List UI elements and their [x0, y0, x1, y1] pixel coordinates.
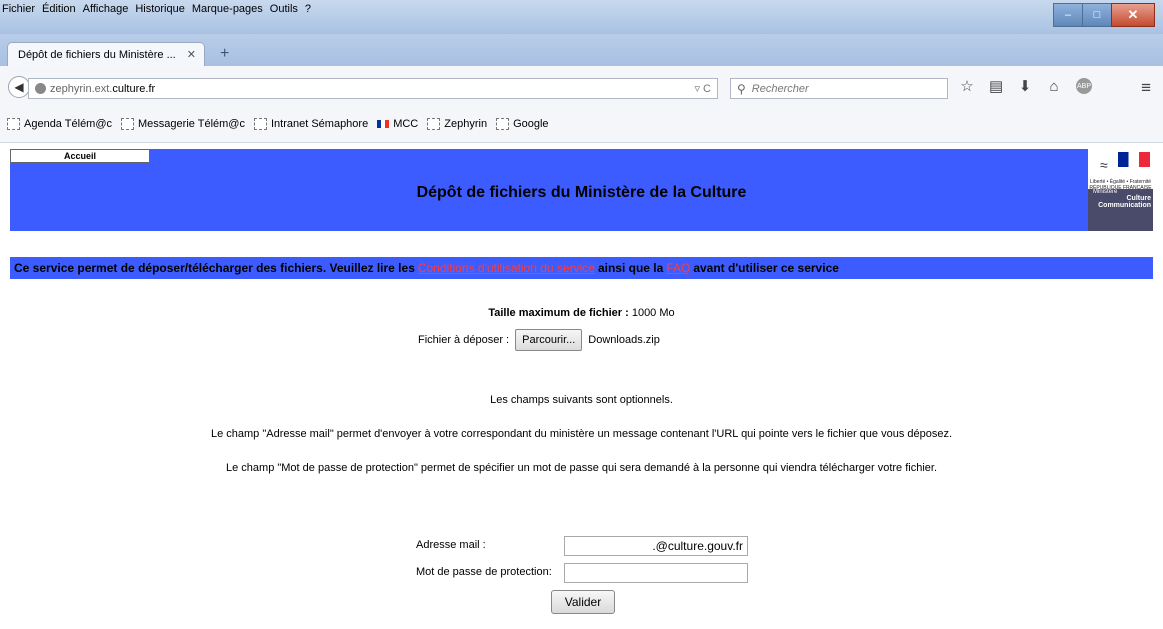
menu-edition[interactable]: Édition	[42, 3, 76, 15]
menu-historique[interactable]: Historique	[135, 3, 185, 15]
email-label: Adresse mail :	[416, 539, 486, 551]
email-help-text: Le champ "Adresse mail" permet d'envoyer…	[210, 428, 953, 440]
submit-button[interactable]: Valider	[551, 590, 615, 614]
browse-button[interactable]: Parcourir...	[515, 329, 583, 351]
search-icon: ⚲	[737, 81, 746, 96]
faq-link[interactable]: FAQ	[666, 261, 690, 275]
window-controls: – □ ✕	[1053, 3, 1155, 27]
page-icon	[427, 118, 441, 130]
maximize-button[interactable]: □	[1082, 3, 1112, 27]
home-link[interactable]: Accueil	[10, 149, 150, 163]
page-icon	[7, 118, 20, 130]
password-field[interactable]	[564, 563, 748, 583]
max-size-line: Taille maximum de fichier : 1000 Mo	[488, 307, 675, 319]
menu-outils[interactable]: Outils	[270, 3, 298, 15]
search-placeholder: Rechercher	[751, 82, 809, 95]
email-field[interactable]: .@culture.gouv.fr	[564, 536, 748, 556]
flag-icon	[377, 120, 390, 128]
file-upload-row: Fichier à déposer : Parcourir... Downloa…	[418, 329, 660, 351]
page-title: Dépôt de fichiers du Ministère de la Cul…	[416, 184, 747, 201]
menu-affichage[interactable]: Affichage	[83, 3, 129, 15]
page-icon	[121, 118, 135, 130]
tab-active[interactable]: Dépôt de fichiers du Ministère ... ✕	[7, 42, 205, 66]
new-tab-icon[interactable]: +	[220, 45, 229, 63]
logo-marianne: ≈ Liberté • Égalité • Fraternité RÉPUBLI…	[1088, 149, 1153, 191]
file-label: Fichier à déposer :	[418, 334, 510, 346]
bookmark-item[interactable]: MCC	[377, 118, 418, 130]
download-icon[interactable]: ⬇	[1018, 77, 1032, 95]
file-name: Downloads.zip	[588, 334, 660, 346]
bookmark-item[interactable]: Zephyrin	[427, 118, 487, 130]
logo-culture: Culture	[1126, 195, 1152, 202]
ministry-logo: ≈ Liberté • Égalité • Fraternité RÉPUBLI…	[1088, 149, 1153, 231]
web-page: Accueil Dépôt de fichiers du Ministère d…	[10, 149, 1153, 629]
back-icon[interactable]: ◀	[8, 76, 30, 98]
close-icon: ✕	[1127, 7, 1139, 22]
password-help-text: Le champ "Mot de passe de protection" pe…	[226, 462, 937, 474]
window-menubar: Fichier Édition Affichage Historique Mar…	[0, 0, 1163, 34]
menu-help[interactable]: ?	[305, 3, 311, 15]
bookmark-item[interactable]: Intranet Sémaphore	[253, 118, 368, 130]
globe-icon	[35, 83, 46, 94]
toolbar-icons: ☆ ▤ ⬇ ⌂ ABP	[960, 77, 1092, 95]
url-text: zephyrin.ext.culture.fr	[50, 82, 156, 95]
bookmarks-bar: Agenda Télém@c Messagerie Télém@c Intran…	[0, 110, 1163, 143]
logo-communication: Communication	[1098, 202, 1151, 209]
adblock-icon[interactable]: ABP	[1076, 78, 1092, 94]
conditions-link[interactable]: Conditions d'utilisation du service	[418, 261, 595, 275]
password-label: Mot de passe de protection:	[416, 566, 552, 578]
minimize-button[interactable]: –	[1053, 3, 1083, 27]
star-icon[interactable]: ☆	[960, 77, 974, 95]
marianne-icon: ≈	[1100, 157, 1108, 173]
home-icon[interactable]: ⌂	[1047, 78, 1061, 95]
tab-title: Dépôt de fichiers du Ministère ...	[18, 48, 176, 61]
navigation-bar: ◀ zephyrin.ext.culture.fr ▿ C ⚲ Recherch…	[0, 66, 1163, 111]
bookmarks-icon[interactable]: ▤	[989, 77, 1003, 95]
search-bar[interactable]: ⚲ Rechercher	[730, 78, 948, 99]
bookmark-item[interactable]: Messagerie Télém@c	[121, 118, 245, 130]
reload-icon[interactable]: ▿ C	[694, 82, 711, 95]
tab-close-icon[interactable]: ✕	[187, 48, 196, 61]
close-button[interactable]: ✕	[1111, 3, 1155, 27]
service-notice: Ce service permet de déposer/télécharger…	[10, 257, 1153, 279]
menu-fichier[interactable]: Fichier	[2, 3, 35, 15]
header-banner: Accueil Dépôt de fichiers du Ministère d…	[10, 149, 1153, 231]
tricolor-icon	[1118, 152, 1150, 167]
page-icon	[253, 118, 267, 130]
menu-icon[interactable]: ≡	[1141, 78, 1151, 98]
menu-items: Fichier Édition Affichage Historique Mar…	[2, 3, 311, 15]
page-icon	[496, 118, 510, 130]
tab-bar: Dépôt de fichiers du Ministère ... ✕ +	[0, 34, 1163, 66]
logo-rf-text: Liberté • Égalité • Fraternité RÉPUBLIQU…	[1089, 179, 1152, 191]
optional-text: Les champs suivants sont optionnels.	[490, 394, 673, 406]
url-bar[interactable]: zephyrin.ext.culture.fr ▿ C	[28, 78, 718, 99]
bookmark-list: Agenda Télém@c Messagerie Télém@c Intran…	[7, 118, 549, 130]
bookmark-item[interactable]: Google	[496, 118, 549, 130]
menu-marque-pages[interactable]: Marque-pages	[192, 3, 263, 15]
bookmark-item[interactable]: Agenda Télém@c	[7, 118, 112, 130]
